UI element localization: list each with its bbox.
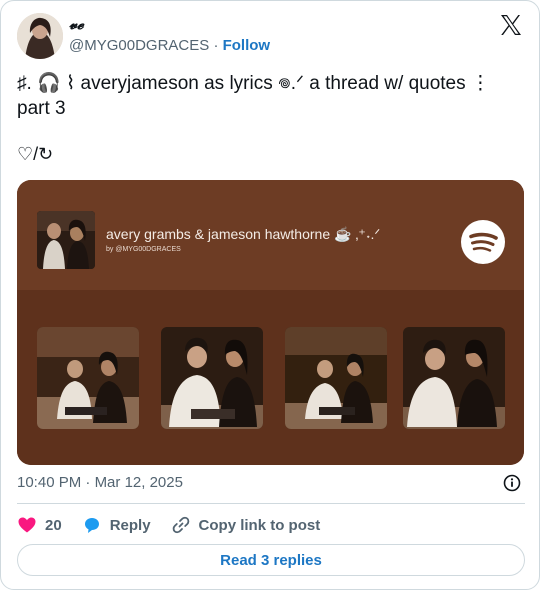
copy-link-button[interactable]: Copy link to post [171, 515, 321, 535]
author-handle[interactable]: @MYG00DGRACES [69, 37, 209, 54]
embed-photo-4 [403, 327, 505, 429]
action-bar: 20 Reply Copy link to post [17, 513, 340, 537]
avatar[interactable] [17, 13, 63, 59]
reply-label: Reply [109, 516, 151, 534]
tweet-card: 𝓿𝓮 @MYG00DGRACES · Follow ♯. 🎧 ⌇ averyja… [0, 0, 540, 590]
info-icon[interactable] [503, 474, 521, 492]
author-display-name[interactable]: 𝓿𝓮 [69, 15, 84, 33]
playlist-author: by @MYG00DGRACES [106, 246, 181, 253]
reply-bubble-icon [82, 515, 102, 535]
tweet-timestamp[interactable]: 10:40 PM · Mar 12, 2025 [17, 474, 183, 491]
heart-icon [17, 515, 37, 535]
tweet-line-2: part 3 [17, 98, 66, 119]
playlist-title[interactable]: avery grambs & jameson hawthorne ☕ ‚⁺˖.ᐟ [106, 226, 380, 243]
link-icon [171, 515, 191, 535]
playlist-cover-image [37, 211, 95, 269]
like-count: 20 [45, 516, 62, 534]
tweet-text: ♯. 🎧 ⌇ averyjameson as lyrics 𖦹.ᐟ a thre… [17, 71, 522, 121]
read-replies-button[interactable]: Read 3 replies [17, 544, 525, 576]
x-logo-icon[interactable] [499, 13, 523, 37]
divider [17, 503, 525, 504]
reply-button[interactable]: Reply [82, 515, 151, 535]
copy-link-label: Copy link to post [198, 516, 321, 534]
meta-separator: · [85, 474, 91, 491]
follow-button[interactable]: Follow [223, 37, 271, 54]
author-handle-row: @MYG00DGRACES · Follow [69, 37, 270, 54]
embed-photo-1 [37, 327, 139, 429]
embed-photo-2 [161, 327, 263, 429]
like-button[interactable]: 20 [17, 515, 62, 535]
spotify-icon[interactable] [461, 220, 505, 264]
tweet-line-1: ♯. 🎧 ⌇ averyjameson as lyrics 𖦹.ᐟ a thre… [17, 73, 490, 94]
spotify-embed[interactable]: avery grambs & jameson hawthorne ☕ ‚⁺˖.ᐟ… [17, 180, 524, 465]
tweet-date: Mar 12, 2025 [94, 474, 183, 491]
tweet-time: 10:40 PM [17, 474, 82, 491]
tweet-line-3: ♡/↻ [17, 144, 54, 164]
handle-separator: · [213, 37, 219, 54]
embed-photo-3 [285, 327, 387, 429]
